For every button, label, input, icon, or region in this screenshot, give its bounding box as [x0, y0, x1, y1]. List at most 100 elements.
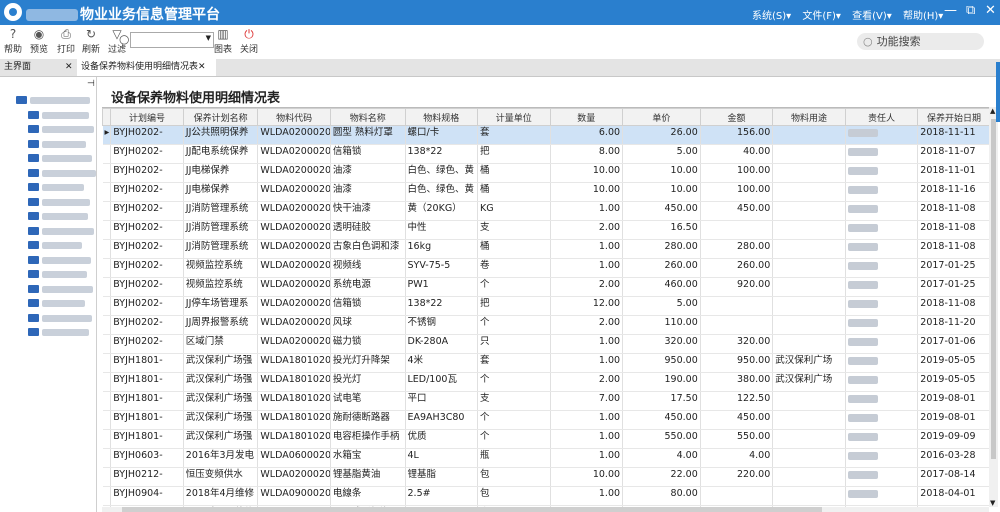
cell-code[interactable]: WLDA0200020 — [257, 296, 331, 316]
cell-price[interactable]: 22.00 — [622, 467, 701, 487]
menu-help[interactable]: 帮助(H)▾ — [903, 11, 943, 22]
cell-qty[interactable]: 2.00 — [550, 372, 624, 392]
cell-code[interactable]: WLDA0200020 — [257, 334, 331, 354]
cell-code[interactable]: WLDA0200020 — [257, 144, 331, 164]
cell-material[interactable]: 快干油漆 — [330, 201, 406, 221]
cell-amount[interactable]: 156.00 — [700, 125, 774, 145]
cell-amount[interactable]: 4.00 — [700, 448, 774, 468]
cell-amount[interactable]: 220.00 — [700, 467, 774, 487]
cell-code[interactable]: WLDA0200020 — [257, 239, 331, 259]
cell-spec[interactable]: 白色、绿色、黄 — [405, 163, 479, 183]
cell-usage[interactable] — [772, 315, 846, 335]
cell-spec[interactable]: 锂基脂 — [405, 467, 479, 487]
cell-start-date[interactable]: 2019-05-05 — [917, 353, 989, 373]
table-row[interactable]: BYJH0904- 2018年4月维修 WLDA0900020 电線条 2.5# 包 1.0… — [102, 486, 989, 506]
table-row[interactable]: BYJH0202- JJ停车场管理系 WLDA0200020 信箱锁 138*22 把 12… — [102, 296, 989, 316]
cell-spec[interactable]: 平口 — [405, 391, 479, 411]
cell-material[interactable]: 施耐德断路器 — [330, 410, 406, 430]
cell-plan-no[interactable]: BYJH0202- — [110, 220, 184, 240]
cell-price[interactable]: 450.00 — [622, 201, 701, 221]
cell-amount[interactable]: 260.00 — [700, 258, 774, 278]
cell-spec[interactable]: EA9AH3C80 — [405, 410, 479, 430]
cell-price[interactable]: 80.00 — [622, 486, 701, 506]
cell-amount[interactable]: 380.00 — [700, 372, 774, 392]
cell-unit[interactable]: 桶 — [477, 163, 551, 183]
table-row[interactable]: BYJH1801- 武汉保利广场强 WLDA1801020 投光灯 LED/100瓦个 2… — [102, 372, 989, 392]
cell-code[interactable]: WLDA0600020 — [257, 448, 331, 468]
cell-spec[interactable]: 黄（20KG） — [405, 201, 479, 221]
responsible-person-cell[interactable] — [845, 182, 919, 202]
cell-spec[interactable]: 中性 — [405, 220, 479, 240]
table-row[interactable]: BYJH0202- 视频监控系统 WLDA0200020 视频线 SYV-75-5 卷 1.… — [102, 258, 989, 278]
cell-usage[interactable] — [772, 163, 846, 183]
cell-spec[interactable]: 不锈钢 — [405, 315, 479, 335]
cell-start-date[interactable]: 2018-11-08 — [917, 220, 989, 240]
cell-usage[interactable] — [772, 486, 846, 506]
cell-qty[interactable]: 1.00 — [550, 201, 624, 221]
cell-start-date[interactable]: 2017-08-14 — [917, 467, 989, 487]
scroll-thumb[interactable] — [991, 119, 996, 459]
cell-usage[interactable] — [772, 182, 846, 202]
minimize-button[interactable]: — — [944, 3, 957, 18]
cell-code[interactable]: WLDA1801020 — [257, 410, 331, 430]
responsible-person-cell[interactable] — [845, 296, 919, 316]
tab-main[interactable]: 主界面 — [4, 59, 31, 76]
cell-start-date[interactable]: 2019-09-09 — [917, 429, 989, 449]
cell-qty[interactable]: 1.00 — [550, 429, 624, 449]
column-header[interactable]: 保养计划名称 — [182, 108, 259, 126]
cell-price[interactable]: 4.00 — [622, 448, 701, 468]
cell-amount[interactable]: 100.00 — [700, 182, 774, 202]
preview-button[interactable]: ◉ 预览 — [30, 27, 48, 55]
cell-plan-name[interactable]: 武汉保利广场强 — [183, 372, 259, 392]
cell-price[interactable]: 190.00 — [622, 372, 701, 392]
column-header[interactable]: 物料名称 — [329, 108, 406, 126]
cell-price[interactable]: 550.00 — [622, 429, 701, 449]
help-button[interactable]: ? 帮助 — [4, 27, 22, 55]
cell-plan-no[interactable]: BYJH1801- — [110, 429, 184, 449]
cell-unit[interactable]: 包 — [477, 486, 551, 506]
cell-unit[interactable]: 支 — [477, 391, 551, 411]
cell-start-date[interactable]: 2019-05-05 — [917, 372, 989, 392]
close-button[interactable]: ⏻ 关闭 — [240, 27, 258, 55]
cell-amount[interactable]: 100.00 — [700, 163, 774, 183]
table-row[interactable]: BYJH0202- JJ消防管理系统 WLDA0200020 快干油漆 黄（20KG） K… — [102, 201, 989, 221]
cell-qty[interactable]: 1.00 — [550, 258, 624, 278]
column-header[interactable]: 保养开始日期 — [917, 108, 989, 126]
refresh-button[interactable]: ↻ 刷新 — [82, 27, 100, 55]
column-header[interactable]: 金额 — [699, 108, 774, 126]
table-row[interactable]: BYJH0202- JJ电梯保养 WLDA0200020 油漆 白色、绿色、黄桶 10.0… — [102, 163, 989, 183]
close-icon[interactable]: ✕ — [65, 62, 73, 72]
responsible-person-cell[interactable] — [845, 372, 919, 392]
cell-plan-no[interactable]: BYJH0202- — [110, 163, 184, 183]
responsible-person-cell[interactable] — [845, 334, 919, 354]
column-header[interactable]: 责任人 — [844, 108, 919, 126]
cell-start-date[interactable]: 2018-11-08 — [917, 239, 989, 259]
cell-plan-no[interactable]: BYJH1801- — [110, 391, 184, 411]
cell-amount[interactable] — [700, 220, 774, 240]
cell-amount[interactable] — [700, 486, 774, 506]
chevron-down-icon[interactable]: ▼ — [206, 34, 211, 42]
column-header[interactable]: 计量单位 — [477, 108, 551, 126]
cell-start-date[interactable]: 2017-01-25 — [917, 277, 989, 297]
cell-material[interactable]: 投光灯 — [330, 372, 406, 392]
menu-system[interactable]: 系统(S)▾ — [752, 11, 791, 22]
cell-price[interactable]: 280.00 — [622, 239, 701, 259]
cell-unit[interactable]: 桶 — [477, 239, 551, 259]
cell-plan-no[interactable]: BYJH0202- — [110, 239, 184, 259]
cell-unit[interactable]: 桶 — [477, 182, 551, 202]
responsible-person-cell[interactable] — [845, 220, 919, 240]
responsible-person-cell[interactable] — [845, 144, 919, 164]
cell-plan-name[interactable]: JJ停车场管理系 — [183, 296, 259, 316]
cell-amount[interactable]: 920.00 — [700, 277, 774, 297]
cell-plan-no[interactable]: BYJH0212- — [110, 467, 184, 487]
column-header[interactable]: 物料代码 — [257, 108, 331, 126]
cell-material[interactable]: 透明硅胶 — [330, 220, 406, 240]
cell-plan-no[interactable]: BYJH0202- — [110, 201, 184, 221]
responsible-person-cell[interactable] — [845, 448, 919, 468]
cell-qty[interactable]: 1.00 — [550, 353, 624, 373]
cell-qty[interactable]: 2.00 — [550, 220, 624, 240]
pin-icon[interactable]: ⊣ — [87, 79, 95, 89]
table-row[interactable]: BYJH0202- JJ消防管理系统 WLDA0200020 古象白色调和漆 16kg 桶… — [102, 239, 989, 259]
close-icon[interactable]: ✕ — [198, 62, 206, 72]
cell-unit[interactable]: 个 — [477, 372, 551, 392]
